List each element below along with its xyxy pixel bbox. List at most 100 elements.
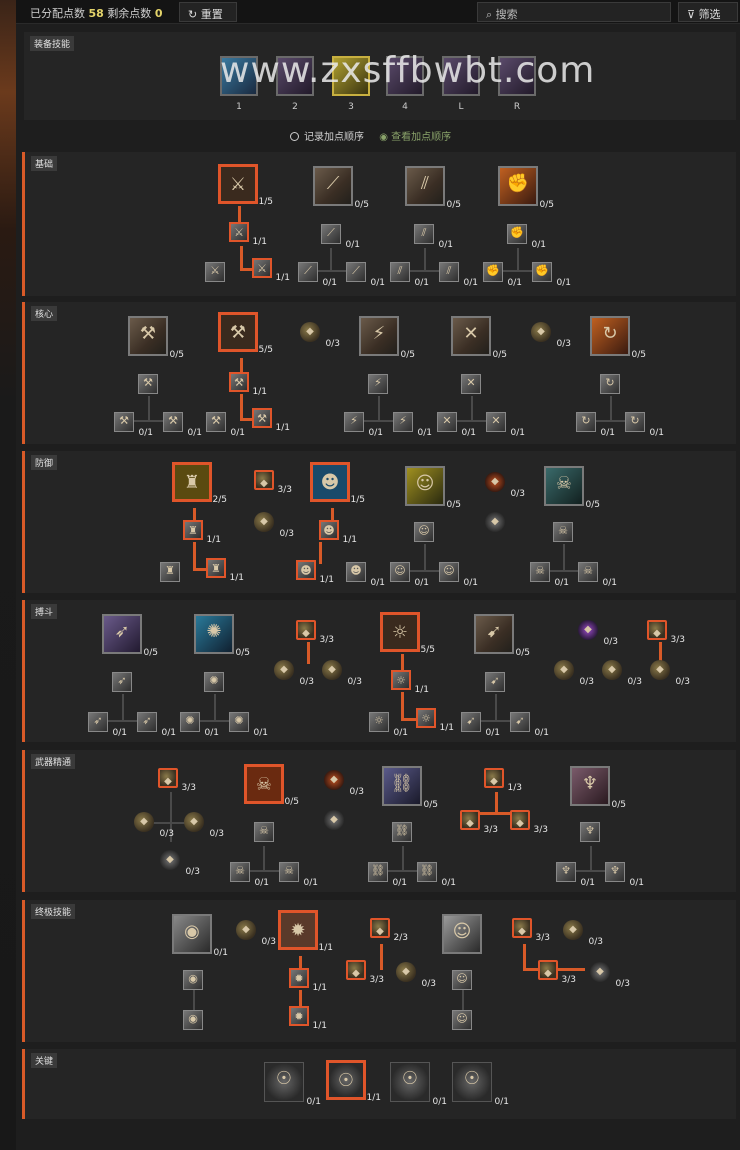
skill-node[interactable]: ➹ 0/5	[474, 614, 530, 658]
skill-modifier[interactable]: ⟋ 0/1	[298, 262, 337, 288]
equip-slot-l[interactable]: L	[442, 56, 480, 112]
passive-node[interactable]: ◆ 0/3	[236, 920, 276, 947]
passive-node[interactable]: ◆ 3/3	[512, 918, 550, 943]
skill-modifier[interactable]: ⚔	[205, 262, 225, 282]
skill-modifier[interactable]: ⚔ 1/1	[252, 258, 290, 283]
passive-node[interactable]: ◆ 3/3	[346, 960, 384, 985]
passive-node[interactable]: ◆ 2/3	[370, 918, 408, 943]
skill-node[interactable]: ☼ 5/5	[380, 612, 435, 655]
skill-modifier[interactable]: ⫽ 0/1	[414, 224, 453, 250]
skill-modifier[interactable]: ✊ 0/1	[532, 262, 571, 288]
key-passive-node[interactable]: ☉ 0/1	[390, 1062, 447, 1107]
skill-modifier[interactable]: ☼ 1/1	[416, 708, 454, 733]
skill-node[interactable]: ➶ 0/5	[102, 614, 158, 658]
skill-modifier[interactable]: ☻ 1/1	[319, 520, 357, 545]
skill-modifier[interactable]: ⚒	[138, 374, 158, 394]
passive-node[interactable]: ◆ 0/3	[254, 512, 294, 539]
skill-modifier[interactable]: ➶ 0/1	[88, 712, 127, 738]
skill-modifier[interactable]: ☺ 0/1	[390, 562, 429, 588]
ultimate-node[interactable]: ☺	[442, 914, 482, 954]
passive-node[interactable]: ◆ 0/3	[184, 812, 224, 839]
equip-slot-4[interactable]: 4	[386, 56, 424, 112]
skill-modifier[interactable]: ⚡ 0/1	[393, 412, 432, 438]
skill-modifier[interactable]: ☻ 0/1	[346, 562, 385, 588]
skill-modifier[interactable]: ↻ 0/1	[625, 412, 664, 438]
search-input[interactable]: ⌕ 搜索	[477, 2, 671, 22]
equip-slot-1[interactable]: 1	[220, 56, 258, 112]
key-passive-node[interactable]: ☉ 0/1	[452, 1062, 509, 1107]
equip-slot-3[interactable]: 3	[332, 56, 370, 112]
passive-node[interactable]: ◆ 3/3	[647, 620, 685, 645]
skill-modifier[interactable]: ⛓	[392, 822, 412, 842]
skill-node[interactable]: ✕ 0/5	[451, 316, 507, 360]
view-order-link[interactable]: ◉ 查看加点顺序	[379, 132, 451, 143]
skill-modifier[interactable]: ♜	[160, 562, 180, 582]
skill-modifier[interactable]: ➹ 0/1	[510, 712, 549, 738]
passive-node[interactable]: ◆ 0/3	[602, 660, 642, 687]
skill-modifier[interactable]: ✊ 0/1	[507, 224, 546, 250]
skill-modifier[interactable]: ↻ 0/1	[576, 412, 615, 438]
passive-node[interactable]: ◆ 3/3	[296, 620, 334, 645]
passive-node[interactable]: ◆ 3/3	[254, 470, 292, 495]
skill-modifier[interactable]: ☺ 0/1	[439, 562, 478, 588]
skill-node[interactable]: ♆ 0/5	[570, 766, 626, 810]
skill-modifier[interactable]: ✹ 1/1	[289, 968, 327, 993]
passive-node[interactable]: ◆ 3/3	[158, 768, 196, 793]
passive-node[interactable]: ◆ 3/3	[538, 960, 576, 985]
passive-node[interactable]: ◆ 0/3	[563, 920, 603, 947]
passive-node[interactable]: ◆	[485, 512, 505, 532]
passive-node[interactable]: ◆ 3/3	[460, 810, 498, 835]
passive-node[interactable]: ◆ 0/3	[485, 472, 525, 499]
skill-modifier[interactable]: ↻	[600, 374, 620, 394]
passive-node[interactable]: ◆ 3/3	[510, 810, 548, 835]
reset-button[interactable]: ↻ 重置	[179, 2, 237, 22]
skill-node[interactable]: ♜ 2/5	[172, 462, 227, 505]
skill-modifier[interactable]: ☼ 0/1	[369, 712, 408, 738]
skill-modifier[interactable]: ⚒ 0/1	[163, 412, 202, 438]
skill-modifier[interactable]: ⚒ 0/1	[114, 412, 153, 438]
skill-modifier[interactable]: ✺	[204, 672, 224, 692]
skill-modifier[interactable]: ⚔ 1/1	[229, 222, 267, 247]
passive-node[interactable]: ◆ 0/3	[531, 322, 571, 349]
skill-modifier[interactable]: ⛓ 0/1	[417, 862, 456, 888]
passive-node[interactable]: ◆ 0/3	[134, 812, 174, 839]
skill-modifier[interactable]: ◉	[183, 1010, 203, 1030]
skill-node[interactable]: ⛓ 0/5	[382, 766, 438, 810]
skill-modifier[interactable]: ☺	[452, 1010, 472, 1030]
skill-modifier[interactable]: ♆	[580, 822, 600, 842]
skill-modifier[interactable]: ⚒ 1/1	[252, 408, 290, 433]
passive-node[interactable]: ◆ 0/3	[396, 962, 436, 989]
passive-node[interactable]: ◆ 0/3	[590, 962, 630, 989]
passive-node[interactable]: ◆ 0/3	[300, 322, 340, 349]
skill-node[interactable]: ☻ 1/5	[310, 462, 365, 505]
skill-modifier[interactable]: ⚒ 1/1	[229, 372, 267, 397]
equip-slot-r[interactable]: R	[498, 56, 536, 112]
skill-modifier[interactable]: ♜ 1/1	[183, 520, 221, 545]
skill-modifier[interactable]: ☺	[414, 522, 434, 542]
skill-node[interactable]: ⟋ 0/5	[313, 166, 369, 210]
skill-node[interactable]: ☺ 0/5	[405, 466, 461, 510]
skill-modifier[interactable]: ☠ 0/1	[530, 562, 569, 588]
skill-modifier[interactable]: ☠	[254, 822, 274, 842]
skill-modifier[interactable]: ✺ 0/1	[180, 712, 219, 738]
passive-node[interactable]: ◆ 1/3	[484, 768, 522, 793]
passive-node[interactable]: ◆ 0/3	[578, 620, 618, 647]
filter-button[interactable]: ⊽ 筛选	[678, 2, 738, 22]
skill-node[interactable]: ⚡ 0/5	[359, 316, 415, 360]
skill-node[interactable]: ✺ 0/5	[194, 614, 250, 658]
passive-node[interactable]: ◆ 0/3	[160, 850, 200, 877]
skill-modifier[interactable]: ♆ 0/1	[605, 862, 644, 888]
record-order-radio[interactable]	[290, 132, 299, 141]
key-passive-node[interactable]: ☉ 1/1	[326, 1060, 381, 1103]
skill-node[interactable]: ☠ 0/5	[244, 764, 299, 807]
ultimate-node[interactable]: ◉ 0/1	[172, 914, 228, 958]
skill-node[interactable]: ⚔ 1/5	[218, 164, 273, 207]
passive-node[interactable]: ◆ 0/3	[324, 770, 364, 797]
skill-node[interactable]: ☠ 0/5	[544, 466, 600, 510]
skill-node[interactable]: ⫽ 0/5	[405, 166, 461, 210]
skill-modifier[interactable]: ◉	[183, 970, 203, 990]
passive-node[interactable]: ◆ 0/3	[554, 660, 594, 687]
skill-node[interactable]: ✊ 0/5	[498, 166, 554, 210]
skill-modifier[interactable]: ➶ 0/1	[137, 712, 176, 738]
skill-node[interactable]: ⚒ 5/5	[218, 312, 273, 355]
